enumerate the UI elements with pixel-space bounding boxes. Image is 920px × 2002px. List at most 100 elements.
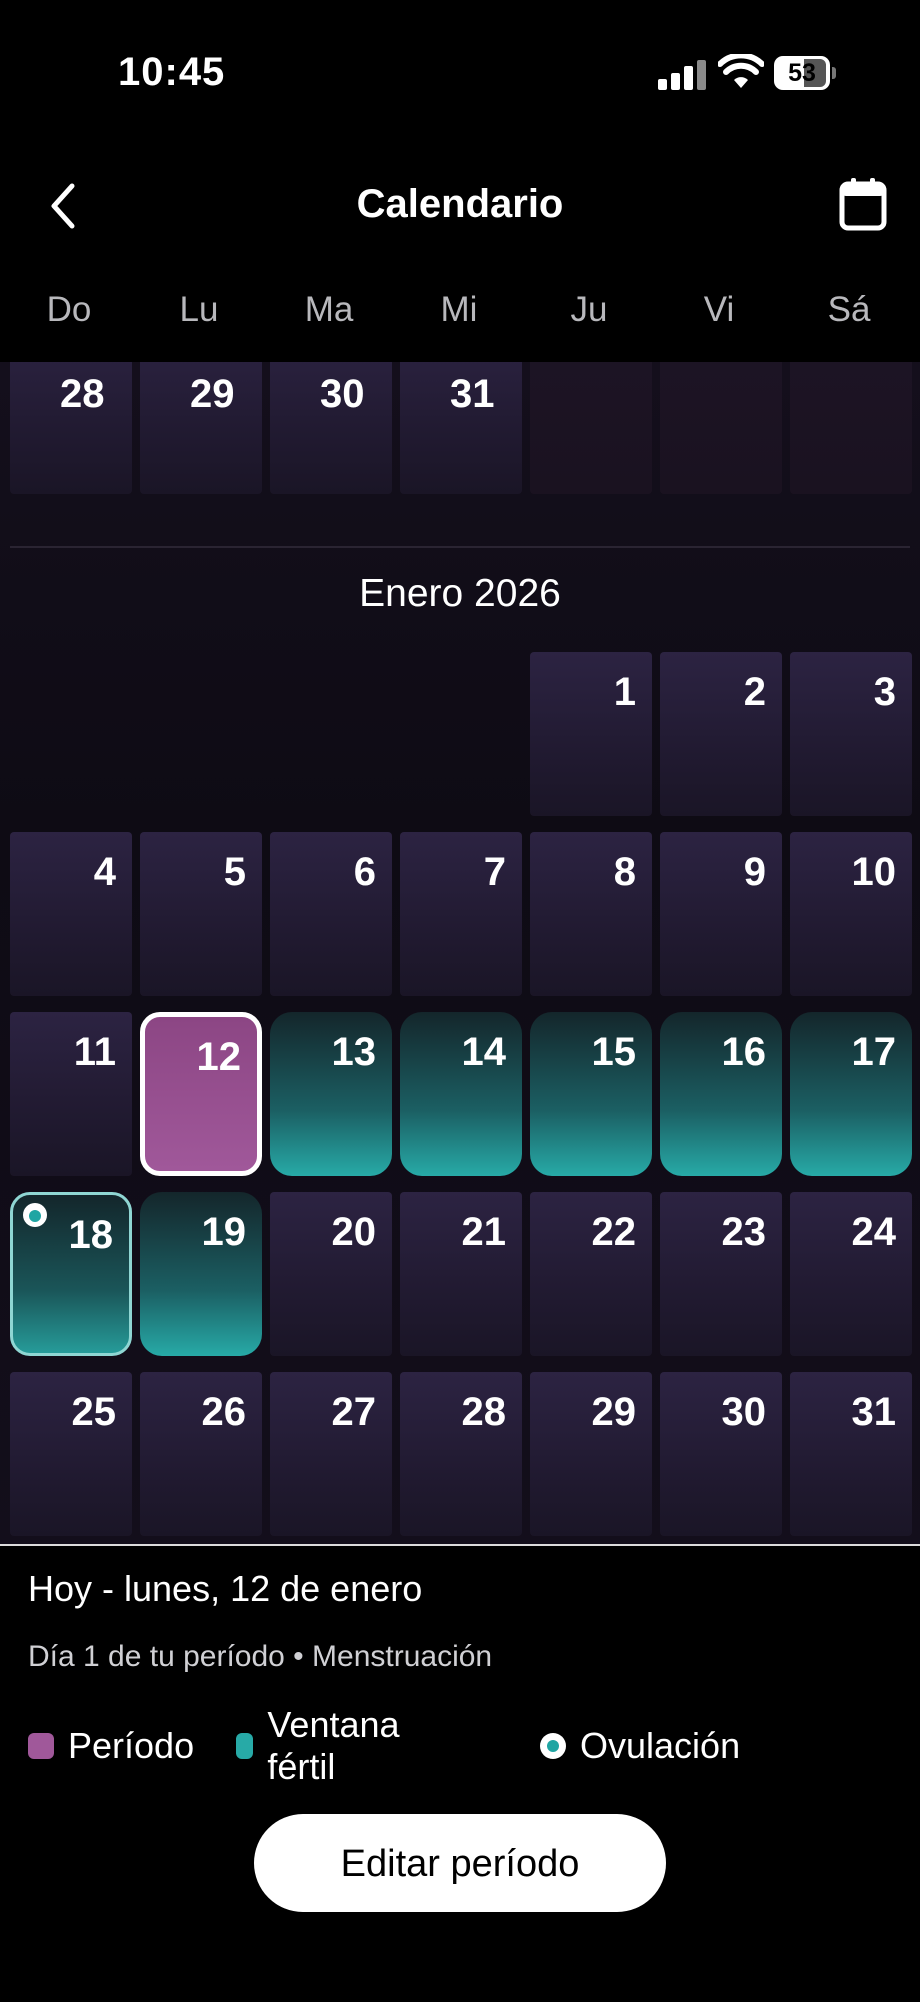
info-panel: Hoy - lunes, 12 de enero Día 1 de tu per…: [0, 1544, 920, 2002]
day-number: 27: [331, 1390, 377, 1434]
weekday-label: Do: [46, 290, 92, 329]
weekday-label: Ma: [304, 290, 354, 329]
day-number: 19: [201, 1210, 247, 1254]
day-number: 22: [591, 1210, 637, 1254]
day-cell[interactable]: 6: [270, 832, 392, 996]
day-number: 31: [450, 372, 495, 416]
day-cell[interactable]: 10: [790, 832, 912, 996]
day-number: 31: [851, 1390, 897, 1434]
day-cell[interactable]: 15: [530, 1012, 652, 1176]
day-number: 25: [71, 1390, 117, 1434]
day-number: 23: [721, 1210, 767, 1254]
day-number: 2: [743, 670, 766, 714]
day-number: 4: [93, 850, 116, 894]
day-cell[interactable]: 11: [10, 1012, 132, 1176]
page-title: Calendario: [356, 182, 564, 226]
day-cell[interactable]: 30: [270, 362, 392, 494]
day-number: 6: [353, 850, 376, 894]
weekday-label: Vi: [703, 290, 735, 329]
period-swatch: [28, 1733, 54, 1759]
day-cell[interactable]: 19: [140, 1192, 262, 1356]
day-number: 28: [461, 1390, 507, 1434]
day-number: 1: [613, 670, 636, 714]
cellular-signal-icon: [658, 60, 706, 90]
day-cell[interactable]: 24: [790, 1192, 912, 1356]
battery-icon: 53: [774, 56, 836, 90]
day-cell[interactable]: 31: [400, 362, 522, 494]
day-number: 30: [320, 372, 365, 416]
day-cell[interactable]: 25: [10, 1372, 132, 1536]
empty-cell: [660, 362, 782, 494]
day-cell[interactable]: 20: [270, 1192, 392, 1356]
day-cell[interactable]: 9: [660, 832, 782, 996]
day-number: 17: [851, 1030, 897, 1074]
day-number: 24: [851, 1210, 897, 1254]
day-number: 9: [743, 850, 766, 894]
day-number: 7: [483, 850, 506, 894]
day-cell[interactable]: 2: [660, 652, 782, 816]
fertile-swatch: [236, 1733, 254, 1759]
ovulation-dot-icon: [23, 1203, 47, 1227]
day-cell[interactable]: 7: [400, 832, 522, 996]
status-time: 10:45: [118, 50, 226, 94]
ovulation-dot-icon: [540, 1733, 566, 1759]
weekday-label: Ju: [570, 290, 608, 329]
day-number: 20: [331, 1210, 377, 1254]
day-number: 3: [873, 670, 896, 714]
calendar-icon[interactable]: [838, 176, 888, 232]
day-number: 21: [461, 1210, 507, 1254]
day-cell[interactable]: 30: [660, 1372, 782, 1536]
day-number: 29: [591, 1390, 637, 1434]
day-cell[interactable]: 14: [400, 1012, 522, 1176]
weekday-header: Do Lu Ma Mi Ju Vi Sá: [8, 290, 918, 340]
day-cell[interactable]: 5: [140, 832, 262, 996]
status-bar: 10:45 53: [0, 0, 920, 150]
day-cell[interactable]: 3: [790, 652, 912, 816]
legend-period-label: Período: [68, 1725, 195, 1766]
day-cell[interactable]: 8: [530, 832, 652, 996]
day-number: 16: [721, 1030, 767, 1074]
cycle-status: Día 1 de tu período • Menstruación: [28, 1640, 493, 1673]
day-cell[interactable]: 22: [530, 1192, 652, 1356]
day-cell[interactable]: 4: [10, 832, 132, 996]
day-cell[interactable]: 17: [790, 1012, 912, 1176]
weekday-label: Sá: [827, 290, 871, 329]
day-cell[interactable]: 1: [530, 652, 652, 816]
day-cell[interactable]: 26: [140, 1372, 262, 1536]
day-number: 8: [613, 850, 636, 894]
edit-period-button[interactable]: Editar período: [254, 1814, 666, 1912]
day-cell[interactable]: 28: [10, 362, 132, 494]
day-cell[interactable]: 12: [140, 1012, 262, 1176]
nav-header: Calendario: [0, 160, 920, 250]
day-cell[interactable]: 29: [140, 362, 262, 494]
legend-ovulation: Ovulación: [540, 1724, 740, 1768]
legend-fertile-label: Ventana fértil: [267, 1704, 400, 1787]
day-cell[interactable]: 21: [400, 1192, 522, 1356]
day-number: 5: [223, 850, 246, 894]
day-number: 28: [60, 372, 105, 416]
day-number: 15: [591, 1030, 637, 1074]
legend-ovulation-label: Ovulación: [580, 1725, 741, 1766]
day-cell[interactable]: 23: [660, 1192, 782, 1356]
day-cell[interactable]: 16: [660, 1012, 782, 1176]
empty-cell: [530, 362, 652, 494]
day-cell[interactable]: 27: [270, 1372, 392, 1536]
empty-cell: [790, 362, 912, 494]
day-number: 12: [196, 1035, 242, 1079]
weekday-label: Lu: [179, 290, 219, 329]
month-title: Enero 2026: [359, 572, 561, 615]
day-number: 29: [190, 372, 235, 416]
battery-level: 53: [788, 59, 816, 87]
day-cell[interactable]: 28: [400, 1372, 522, 1536]
day-cell[interactable]: 18: [10, 1192, 132, 1356]
day-cell[interactable]: 31: [790, 1372, 912, 1536]
day-number: 11: [73, 1030, 116, 1074]
weekday-label: Mi: [440, 290, 478, 329]
today-label: Hoy - lunes, 12 de enero: [28, 1568, 423, 1609]
wifi-icon: [718, 54, 764, 88]
day-number: 13: [331, 1030, 377, 1074]
day-number: 26: [201, 1390, 247, 1434]
day-cell[interactable]: 13: [270, 1012, 392, 1176]
legend-period: Período: [28, 1724, 194, 1768]
day-cell[interactable]: 29: [530, 1372, 652, 1536]
